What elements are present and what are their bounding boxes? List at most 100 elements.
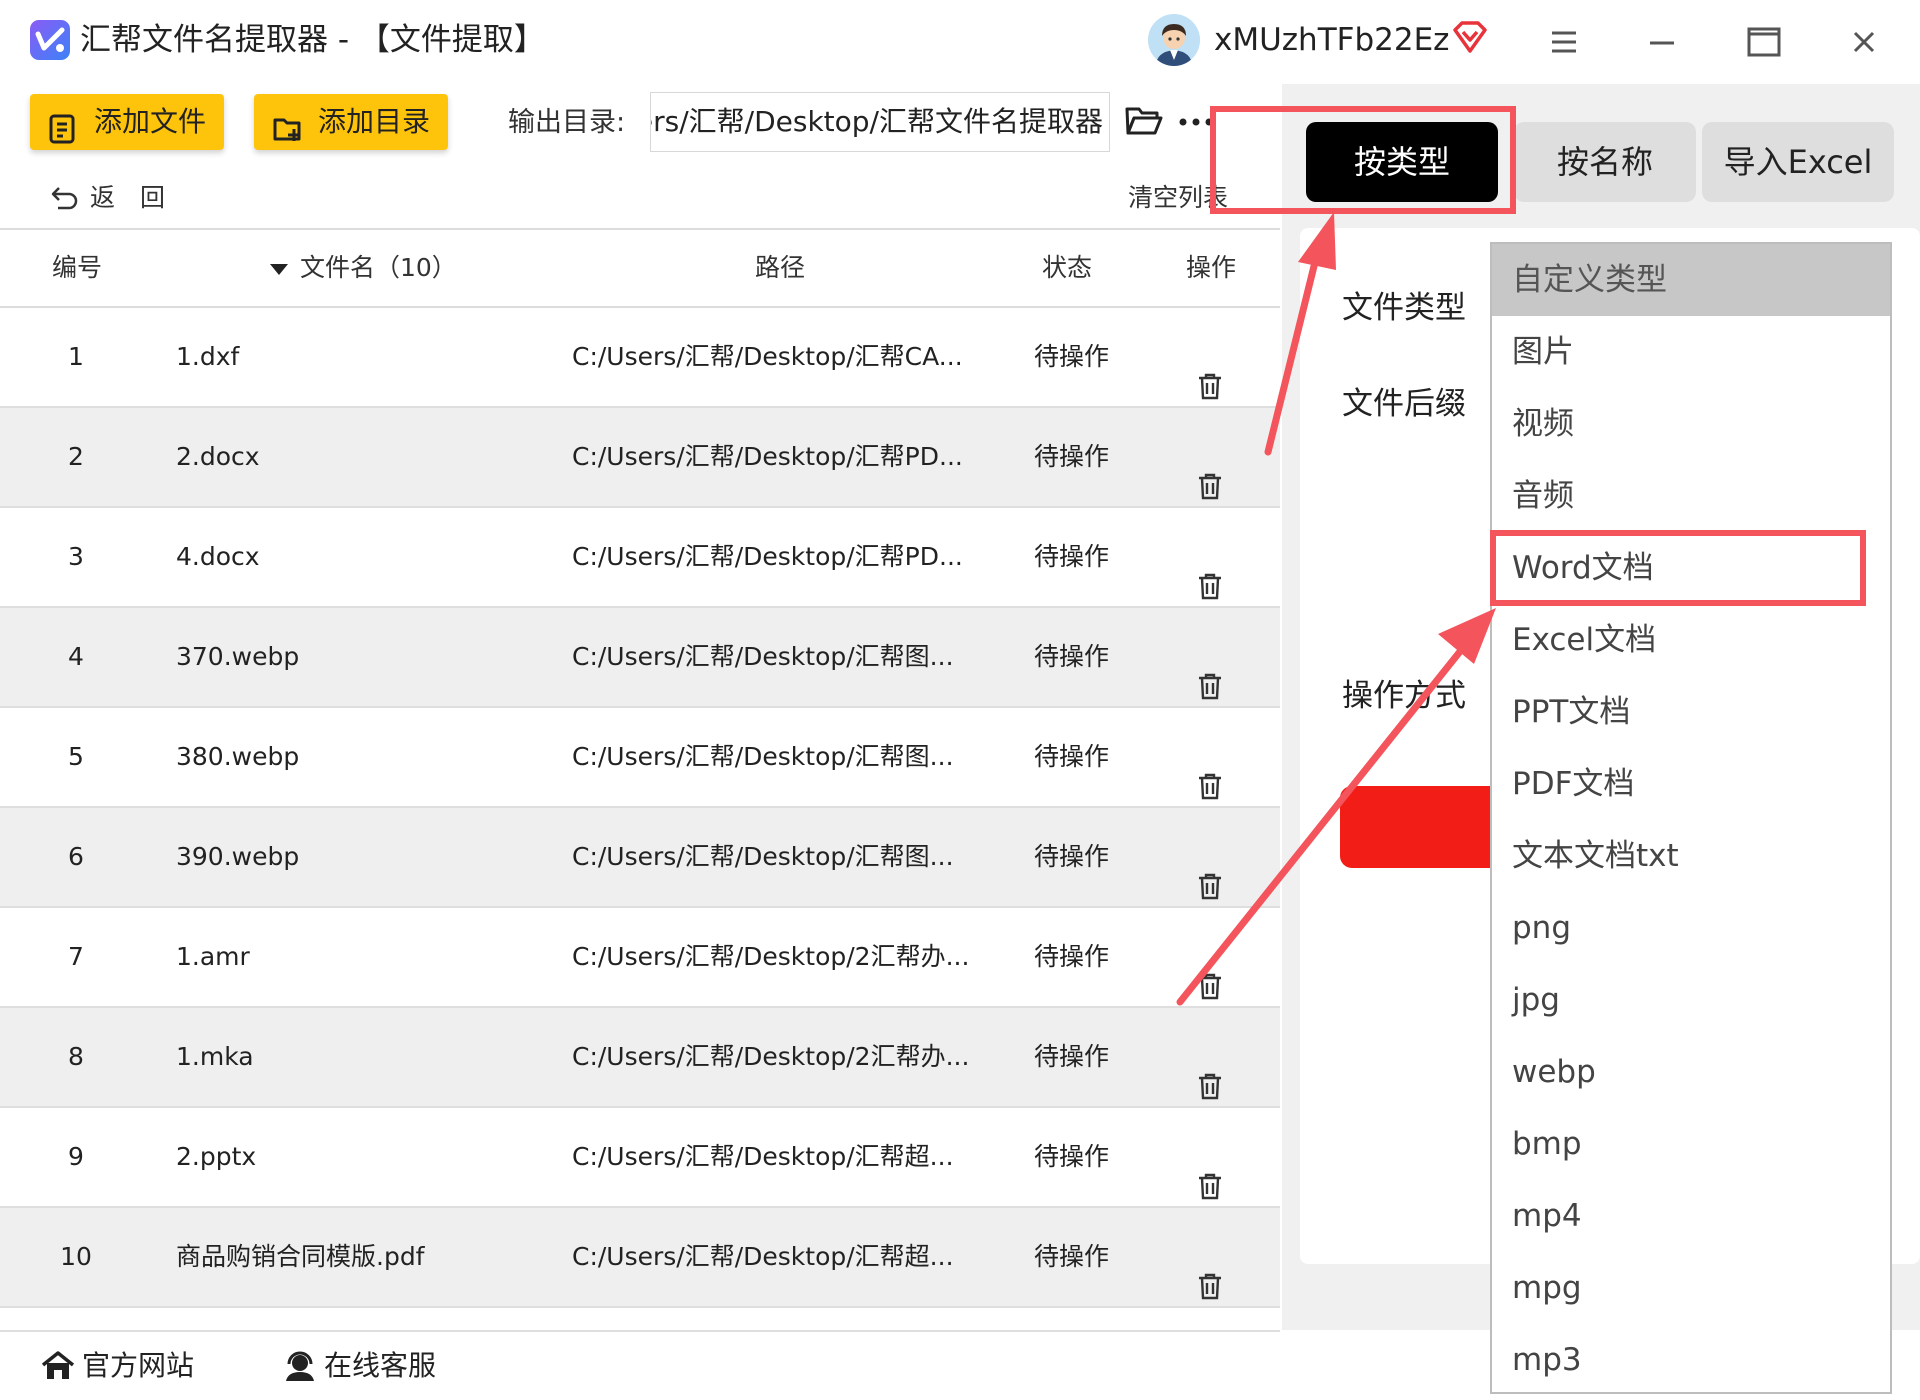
trash-icon[interactable] xyxy=(1195,1044,1225,1100)
trash-icon[interactable] xyxy=(1195,1244,1225,1300)
minimize-icon[interactable] xyxy=(1640,20,1684,64)
trash-icon[interactable] xyxy=(1195,844,1225,900)
dropdown-option[interactable]: bmp xyxy=(1492,1108,1890,1180)
row-num: 9 xyxy=(68,1142,84,1171)
row-status: 待操作 xyxy=(1034,342,1110,371)
table-row[interactable]: 2 2.docx C:/Users/汇帮/Desktop/汇帮PD... 待操作 xyxy=(0,408,1280,508)
home-icon xyxy=(41,1351,75,1379)
row-status: 待操作 xyxy=(1034,1142,1110,1171)
trash-icon[interactable] xyxy=(1195,944,1225,1000)
header-name[interactable]: 文件名（10） xyxy=(270,230,457,306)
trash-icon[interactable] xyxy=(1195,744,1225,800)
table-row[interactable]: 7 1.amr C:/Users/汇帮/Desktop/2汇帮办... 待操作 xyxy=(0,908,1280,1008)
header-num: 编号 xyxy=(52,253,103,282)
row-path: C:/Users/汇帮/Desktop/汇帮超... xyxy=(572,1242,954,1271)
dropdown-option[interactable]: Excel文档 xyxy=(1492,604,1890,676)
output-dir-label: 输出目录: xyxy=(508,107,626,138)
add-file-button[interactable]: 添加文件 xyxy=(30,94,224,150)
dropdown-option[interactable]: 图片 xyxy=(1492,316,1890,388)
row-filename: 380.webp xyxy=(176,742,300,771)
row-filename: 商品购销合同模版.pdf xyxy=(176,1242,425,1271)
row-num: 7 xyxy=(68,942,84,971)
trash-icon[interactable] xyxy=(1195,644,1225,700)
table-row[interactable]: 10 商品购销合同模版.pdf C:/Users/汇帮/Desktop/汇帮超.… xyxy=(0,1208,1280,1308)
file-type-dropdown[interactable]: 自定义类型 图片 视频 音频 Word文档 Excel文档 PPT文档 PDF文… xyxy=(1490,242,1892,1394)
header-name-label: 文件名（10） xyxy=(299,253,457,282)
file-type-label: 文件类型 xyxy=(1342,290,1466,326)
table-row[interactable]: 1 1.dxf C:/Users/汇帮/Desktop/汇帮CA... 待操作 xyxy=(0,308,1280,408)
output-dir-value: C:/Users/汇帮/Desktop/汇帮文件名提取器 xyxy=(651,105,1103,138)
row-filename: 370.webp xyxy=(176,642,300,671)
vip-icon[interactable] xyxy=(1452,20,1488,54)
table-row[interactable]: 3 4.docx C:/Users/汇帮/Desktop/汇帮PD... 待操作 xyxy=(0,508,1280,608)
highlight-box-tab xyxy=(1210,106,1516,214)
maximize-icon[interactable] xyxy=(1742,20,1786,64)
dropdown-option[interactable]: webp xyxy=(1492,1036,1890,1108)
dropdown-option[interactable]: 视频 xyxy=(1492,388,1890,460)
row-path: C:/Users/汇帮/Desktop/汇帮图... xyxy=(572,742,954,771)
header-status: 状态 xyxy=(1042,253,1093,282)
row-path: C:/Users/汇帮/Desktop/汇帮超... xyxy=(572,1142,954,1171)
row-path: C:/Users/汇帮/Desktop/2汇帮办... xyxy=(572,1042,970,1071)
row-filename: 1.dxf xyxy=(176,342,240,371)
table-row[interactable]: 6 390.webp C:/Users/汇帮/Desktop/汇帮图... 待操… xyxy=(0,808,1280,908)
add-directory-button[interactable]: 添加目录 xyxy=(254,94,448,150)
add-file-label: 添加文件 xyxy=(94,105,207,138)
row-filename: 4.docx xyxy=(176,542,260,571)
dropdown-option[interactable]: mp4 xyxy=(1492,1180,1890,1252)
row-num: 6 xyxy=(68,842,84,871)
dropdown-option[interactable]: 自定义类型 xyxy=(1492,244,1890,316)
row-num: 2 xyxy=(68,442,84,471)
website-link[interactable]: 官方网站 xyxy=(40,1344,194,1388)
tab-by-name[interactable]: 按名称 xyxy=(1514,122,1696,202)
row-num: 4 xyxy=(68,642,84,671)
row-num: 3 xyxy=(68,542,84,571)
dropdown-option[interactable]: PDF文档 xyxy=(1492,748,1890,820)
row-status: 待操作 xyxy=(1034,442,1110,471)
dropdown-option[interactable]: 音频 xyxy=(1492,460,1890,532)
row-filename: 2.docx xyxy=(176,442,260,471)
trash-icon[interactable] xyxy=(1195,544,1225,600)
table-header: 编号 文件名（10） 路径 状态 操作 xyxy=(0,228,1280,308)
more-icon[interactable] xyxy=(1178,110,1214,134)
dropdown-option[interactable]: png xyxy=(1492,892,1890,964)
trash-icon[interactable] xyxy=(1195,444,1225,500)
row-path: C:/Users/汇帮/Desktop/汇帮图... xyxy=(572,842,954,871)
tab-import-excel[interactable]: 导入Excel xyxy=(1702,122,1894,202)
username: xMUzhTFb22Ez xyxy=(1214,22,1450,58)
row-filename: 2.pptx xyxy=(176,1142,257,1171)
table-body: 1 1.dxf C:/Users/汇帮/Desktop/汇帮CA... 待操作 … xyxy=(0,308,1280,1308)
trash-icon[interactable] xyxy=(1195,1144,1225,1200)
trash-icon[interactable] xyxy=(1195,344,1225,400)
operation-label: 操作方式 xyxy=(1342,678,1466,714)
table-row[interactable]: 9 2.pptx C:/Users/汇帮/Desktop/汇帮超... 待操作 xyxy=(0,1108,1280,1208)
row-status: 待操作 xyxy=(1034,1242,1110,1271)
row-status: 待操作 xyxy=(1034,842,1110,871)
menu-icon[interactable] xyxy=(1542,20,1586,64)
row-path: C:/Users/汇帮/Desktop/汇帮PD... xyxy=(572,542,963,571)
support-link[interactable]: 在线客服 xyxy=(282,1344,436,1388)
folder-icon[interactable] xyxy=(1124,104,1164,138)
header-op: 操作 xyxy=(1186,253,1237,282)
close-icon[interactable] xyxy=(1842,20,1886,64)
dropdown-option[interactable]: 文本文档txt xyxy=(1492,820,1890,892)
avatar[interactable] xyxy=(1148,14,1200,66)
table-row[interactable]: 8 1.mka C:/Users/汇帮/Desktop/2汇帮办... 待操作 xyxy=(0,1008,1280,1108)
dropdown-option[interactable]: mp3 xyxy=(1492,1324,1890,1396)
back-label: 返 回 xyxy=(90,183,166,212)
row-num: 8 xyxy=(68,1042,84,1071)
output-dir-field[interactable]: C:/Users/汇帮/Desktop/汇帮文件名提取器 xyxy=(650,92,1110,152)
folder-add-icon xyxy=(272,107,304,141)
table-row[interactable]: 4 370.webp C:/Users/汇帮/Desktop/汇帮图... 待操… xyxy=(0,608,1280,708)
row-status: 待操作 xyxy=(1034,642,1110,671)
dropdown-option[interactable]: mpg xyxy=(1492,1252,1890,1324)
file-suffix-label: 文件后缀 xyxy=(1342,386,1466,422)
row-status: 待操作 xyxy=(1034,742,1110,771)
back-button[interactable]: 返 回 xyxy=(50,178,165,218)
table-row[interactable]: 5 380.webp C:/Users/汇帮/Desktop/汇帮图... 待操… xyxy=(0,708,1280,808)
row-status: 待操作 xyxy=(1034,942,1110,971)
row-path: C:/Users/汇帮/Desktop/2汇帮办... xyxy=(572,942,970,971)
dropdown-option[interactable]: PPT文档 xyxy=(1492,676,1890,748)
support-label: 在线客服 xyxy=(324,1349,437,1382)
dropdown-option[interactable]: jpg xyxy=(1492,964,1890,1036)
